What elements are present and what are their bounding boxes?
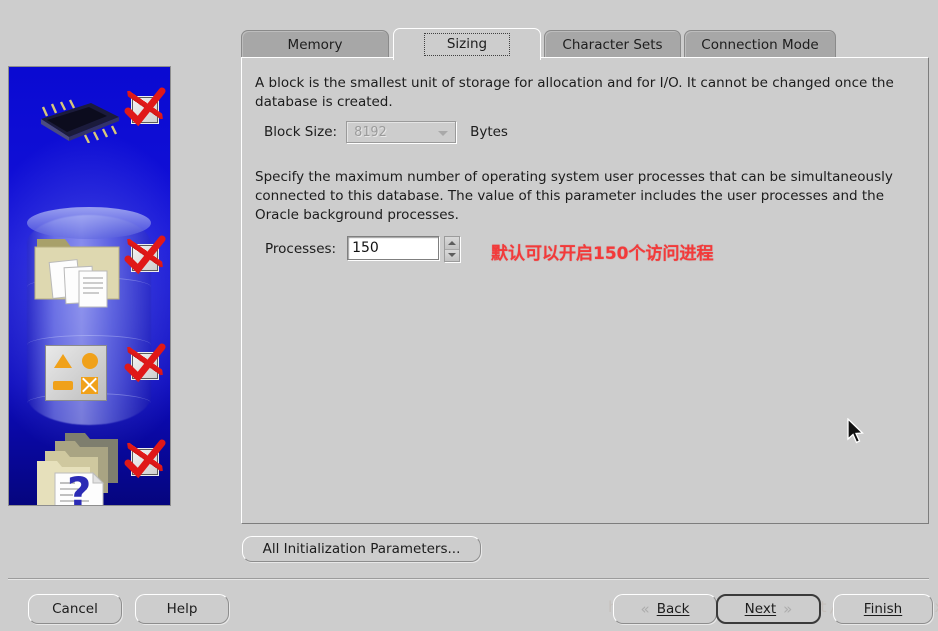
cancel-label: Cancel bbox=[52, 601, 98, 617]
circle-shape-icon bbox=[81, 353, 98, 369]
tab-sizing[interactable]: Sizing bbox=[393, 28, 541, 60]
finish-label: Finish bbox=[863, 601, 903, 617]
step-check-box-connection-mode bbox=[132, 449, 158, 475]
sizing-tab-panel: A block is the smallest unit of storage … bbox=[241, 57, 929, 524]
cancel-button[interactable]: Cancel bbox=[28, 594, 122, 624]
processes-field-row: Processes: bbox=[265, 236, 461, 262]
caret-up-icon bbox=[448, 240, 457, 245]
processes-input[interactable] bbox=[347, 236, 440, 260]
processes-spinner-buttons bbox=[444, 236, 461, 262]
block-size-label: Block Size: bbox=[264, 124, 338, 140]
tab-memory-label: Memory bbox=[287, 36, 343, 53]
all-initialization-parameters-label: All Initialization Parameters... bbox=[262, 541, 461, 557]
block-size-unit-label: Bytes bbox=[470, 124, 508, 140]
triangle-shape-icon bbox=[53, 354, 72, 368]
progress-illustration-panel: ? bbox=[8, 66, 171, 506]
tab-memory[interactable]: Memory bbox=[241, 30, 389, 58]
all-initialization-parameters-button[interactable]: All Initialization Parameters... bbox=[242, 536, 481, 562]
illustration-step-character-sets bbox=[9, 329, 170, 419]
help-button[interactable]: Help bbox=[135, 594, 229, 624]
tab-sizing-label: Sizing bbox=[423, 33, 511, 56]
footer-separator bbox=[8, 578, 929, 579]
svg-text:?: ? bbox=[67, 468, 91, 506]
processes-decrement-button[interactable] bbox=[445, 248, 460, 261]
help-label: Help bbox=[166, 601, 198, 617]
chevron-right-icon: » bbox=[783, 599, 793, 618]
tab-strip: Memory Sizing Character Sets Connection … bbox=[241, 28, 938, 60]
mouse-cursor bbox=[847, 418, 864, 444]
tab-connection-mode[interactable]: Connection Mode bbox=[684, 30, 836, 58]
memory-chip-icon bbox=[41, 99, 119, 143]
folder-question-icon: ? bbox=[37, 433, 118, 506]
crossed-square-shape-icon bbox=[81, 376, 98, 394]
back-button[interactable]: « Back bbox=[613, 594, 717, 624]
processes-increment-button[interactable] bbox=[445, 237, 460, 249]
illustration-step-database-files bbox=[9, 209, 170, 308]
tab-character-sets[interactable]: Character Sets bbox=[544, 30, 681, 58]
tab-connection-mode-label: Connection Mode bbox=[701, 36, 819, 53]
step-check-box-character-sets bbox=[132, 353, 158, 379]
illustration-step-memory bbox=[9, 73, 170, 163]
block-size-field-row: Block Size: 8192 Bytes bbox=[264, 121, 508, 143]
tab-character-sets-label: Character Sets bbox=[562, 36, 663, 53]
processes-stepper bbox=[347, 236, 461, 262]
caret-down-icon bbox=[448, 253, 457, 258]
folder-documents-icon bbox=[34, 239, 120, 308]
dbca-sizing-window: https://blog.csdn.net/bigdata_zx bbox=[0, 0, 938, 631]
block-size-description: A block is the smallest unit of storage … bbox=[255, 75, 894, 110]
step-check-box-memory bbox=[132, 97, 158, 123]
annotation-text: 默认可以开启150个访问进程 bbox=[491, 244, 714, 264]
block-size-select[interactable]: 8192 bbox=[346, 121, 457, 143]
rectangle-shape-icon bbox=[52, 380, 73, 390]
next-label: Next bbox=[744, 601, 777, 617]
back-label: Back bbox=[656, 601, 690, 617]
block-size-value: 8192 bbox=[354, 124, 387, 140]
processes-label: Processes: bbox=[265, 241, 337, 257]
step-check-box-database-files bbox=[132, 245, 158, 271]
finish-button[interactable]: Finish bbox=[833, 594, 933, 624]
processes-description: Specify the maximum number of operating … bbox=[255, 169, 893, 223]
chevron-down-icon bbox=[438, 131, 449, 136]
chevron-left-icon: « bbox=[640, 599, 650, 618]
next-button[interactable]: Next » bbox=[716, 594, 821, 624]
shapes-character-set-icon bbox=[45, 345, 107, 401]
illustration-step-connection-mode: ? bbox=[9, 417, 170, 506]
